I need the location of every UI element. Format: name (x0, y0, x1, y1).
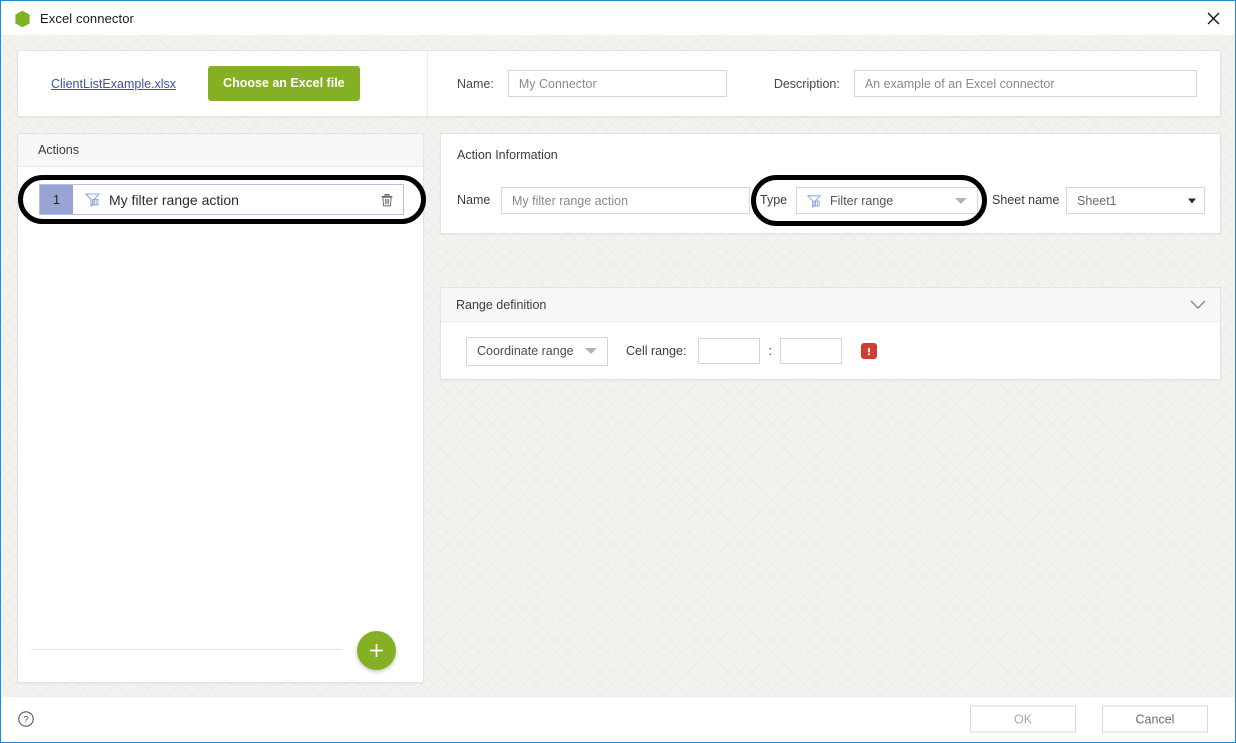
chevron-down-icon[interactable] (1190, 300, 1206, 310)
action-type-value: Filter range (830, 193, 894, 208)
excel-connector-dialog: Excel connector ClientListExample.xlsx C… (0, 0, 1236, 743)
range-definition-card: Range definition Coordinate range Cell r… (440, 287, 1221, 380)
range-mode-value: Coordinate range (477, 344, 574, 358)
action-information-card: Action Information Name Type Filter rang… (440, 133, 1221, 234)
action-name-input[interactable] (501, 187, 750, 214)
error-exclamation-icon (868, 347, 870, 355)
action-name-label: My filter range action (109, 191, 239, 208)
close-button[interactable] (1190, 2, 1235, 35)
choose-excel-file-button[interactable]: Choose an Excel file (208, 66, 360, 101)
chevron-down-icon (585, 348, 597, 354)
help-question-icon[interactable]: ? (18, 711, 34, 727)
close-icon (1207, 12, 1219, 25)
sheet-name-label: Sheet name (992, 193, 1060, 207)
dialog-content: ClientListExample.xlsx Choose an Excel f… (2, 35, 1235, 698)
action-information-title: Action Information (457, 148, 558, 162)
filter-range-icon (806, 194, 822, 208)
connector-header-card: ClientListExample.xlsx Choose an Excel f… (17, 50, 1221, 117)
action-type-dropdown[interactable]: Filter range (796, 187, 978, 214)
list-item[interactable]: 1 My filter range action (39, 184, 404, 215)
cell-range-label: Cell range: (626, 344, 687, 358)
cell-range-end-input[interactable] (779, 338, 842, 364)
plus-icon (370, 644, 383, 657)
action-type-label: Type (760, 193, 788, 207)
sheet-name-dropdown[interactable]: Sheet1 (1066, 187, 1205, 214)
actions-panel: Actions 1 My filter range action (17, 133, 426, 683)
connector-name-label: Name: (457, 76, 494, 91)
dialog-footer: ? OK Cancel (2, 696, 1235, 741)
connector-description-input[interactable] (853, 70, 1197, 97)
trash-icon[interactable] (380, 192, 394, 207)
sheet-name-value: Sheet1 (1077, 193, 1117, 208)
connector-description-label: Description: (773, 76, 840, 91)
range-definition-body: Coordinate range Cell range: : (441, 322, 1220, 380)
ok-button[interactable]: OK (970, 705, 1076, 733)
cell-range-start-input[interactable] (698, 338, 761, 364)
range-mode-dropdown[interactable]: Coordinate range (466, 336, 608, 366)
range-definition-title: Range definition (456, 297, 547, 312)
file-selection-zone: ClientListExample.xlsx Choose an Excel f… (18, 51, 428, 116)
chevron-down-icon (1188, 198, 1196, 203)
actions-panel-title: Actions (38, 143, 79, 157)
actions-panel-header: Actions (18, 134, 423, 167)
window-title: Excel connector (40, 11, 134, 26)
connector-name-input[interactable] (507, 70, 727, 97)
add-action-button[interactable] (357, 631, 396, 670)
divider (31, 649, 342, 650)
filter-range-icon (84, 193, 101, 207)
selected-file-link[interactable]: ClientListExample.xlsx (51, 77, 176, 91)
chevron-down-icon (955, 197, 967, 204)
excel-connector-hexagon-icon (15, 10, 30, 27)
action-index-badge: 1 (40, 185, 73, 214)
range-definition-header: Range definition (441, 288, 1220, 322)
title-bar: Excel connector (2, 2, 1235, 35)
cell-range-separator: : (768, 344, 772, 358)
action-name-field-label: Name (457, 193, 491, 207)
status-badge[interactable] (860, 343, 877, 359)
svg-text:?: ? (23, 715, 28, 726)
cancel-button[interactable]: Cancel (1102, 705, 1208, 733)
